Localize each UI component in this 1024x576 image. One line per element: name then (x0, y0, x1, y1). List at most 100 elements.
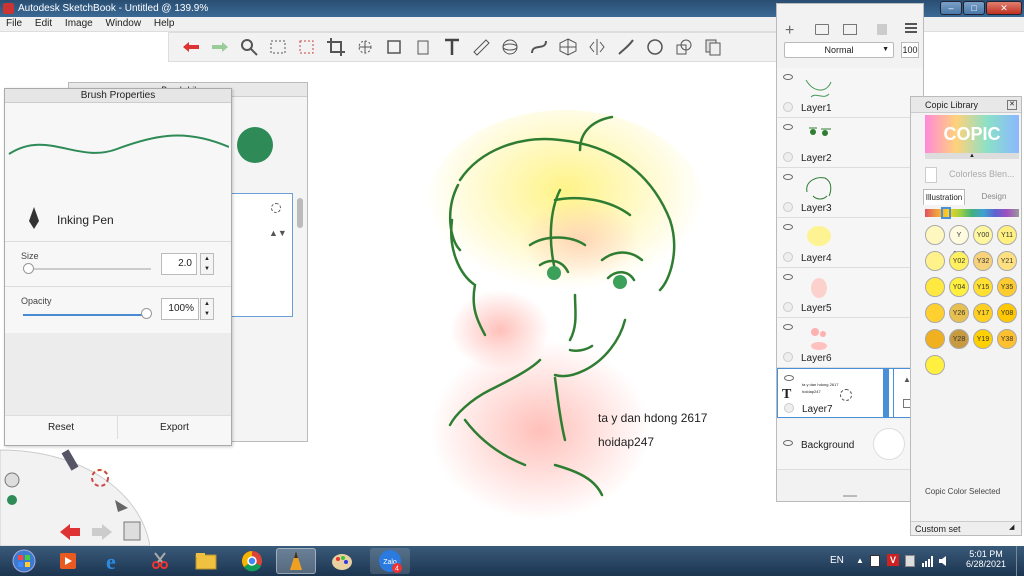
copic-swatch[interactable]: Y08 (997, 303, 1017, 323)
shape-icon[interactable] (672, 35, 696, 59)
fill-icon[interactable] (411, 35, 435, 59)
clock[interactable]: 5:01 PM 6/28/2021 (960, 549, 1012, 569)
layer-lock-dot[interactable] (783, 202, 793, 212)
opacity-stepper[interactable]: ▲ ▼ (200, 298, 214, 320)
color-wheel-icon[interactable] (92, 470, 110, 488)
background-color-swatch[interactable] (873, 428, 905, 460)
network-icon[interactable] (922, 555, 934, 567)
copic-swatch[interactable]: Y21 (997, 251, 1017, 271)
visibility-eye-icon[interactable] (783, 174, 793, 180)
layer-lock-dot[interactable] (783, 352, 793, 362)
copic-family-selector[interactable] (941, 207, 951, 219)
sketchbook-taskbar-icon[interactable] (276, 548, 316, 574)
stroke-icon[interactable] (614, 35, 638, 59)
add-layer-icon[interactable]: + (785, 22, 794, 40)
start-button[interactable] (4, 548, 44, 574)
snipping-tool-icon[interactable] (140, 548, 180, 574)
tray-antivirus-icon[interactable]: V (887, 554, 899, 566)
size-stepper[interactable]: ▲ ▼ (200, 253, 214, 275)
export-button[interactable]: Export (118, 415, 231, 439)
size-slider-knob[interactable] (23, 263, 34, 274)
select-lasso-icon[interactable] (295, 35, 319, 59)
tray-device-icon[interactable] (870, 555, 880, 567)
ellipse-guide-icon[interactable] (498, 35, 522, 59)
copic-swatch[interactable]: Y28 (949, 329, 969, 349)
menu-image[interactable]: Image (65, 18, 93, 29)
panel-resize-handle[interactable] (843, 495, 857, 497)
undo-icon[interactable] (179, 35, 203, 59)
french-curve-icon[interactable] (527, 35, 551, 59)
language-indicator[interactable]: EN (830, 555, 844, 566)
perspective-icon[interactable] (556, 35, 580, 59)
copic-swatch[interactable] (925, 355, 945, 375)
copic-swatch[interactable] (925, 225, 945, 245)
image-layer-icon[interactable] (843, 24, 857, 35)
copic-swatch[interactable]: Y15 (973, 277, 993, 297)
layer-row-6[interactable]: Layer6 (777, 318, 923, 368)
visibility-eye-icon[interactable] (783, 74, 793, 80)
copic-swatch[interactable]: Y32 (973, 251, 993, 271)
visibility-eye-icon[interactable] (783, 440, 793, 446)
tab-illustration[interactable]: Illustration (923, 189, 965, 205)
visibility-eye-icon[interactable] (784, 375, 794, 381)
copic-swatch[interactable]: Y17 (973, 303, 993, 323)
menu-file[interactable]: File (6, 18, 22, 29)
layer-row-2[interactable]: Layer2 (777, 118, 923, 168)
size-slider[interactable] (23, 268, 151, 270)
visibility-eye-icon[interactable] (783, 324, 793, 330)
lagoon-redo-icon[interactable] (88, 524, 112, 540)
trash-icon[interactable] (877, 24, 887, 35)
copic-swatch[interactable] (925, 329, 945, 349)
copic-swatch[interactable]: Y19 (973, 329, 993, 349)
circle-icon[interactable] (643, 35, 667, 59)
show-hidden-icons[interactable]: ▲ (856, 556, 864, 565)
tab-design[interactable]: Design (969, 189, 1019, 205)
zoom-icon[interactable] (237, 35, 261, 59)
brush-color-swatch[interactable] (237, 127, 273, 163)
zalo-icon[interactable]: Zalo 4 (370, 548, 410, 574)
close-button[interactable]: ✕ (986, 1, 1022, 15)
layer-menu-icon[interactable] (905, 23, 917, 25)
reset-button[interactable]: Reset (5, 415, 118, 439)
distort-icon[interactable] (382, 35, 406, 59)
crop-icon[interactable] (324, 35, 348, 59)
opacity-slider[interactable] (23, 314, 151, 316)
volume-icon[interactable] (938, 555, 950, 567)
maximize-button[interactable]: □ (963, 1, 985, 15)
ruler-icon[interactable] (469, 35, 493, 59)
size-input[interactable]: 2.0 (161, 253, 197, 275)
paint-icon[interactable] (322, 548, 362, 574)
chrome-icon[interactable] (232, 548, 272, 574)
layer-lock-dot[interactable] (783, 152, 793, 162)
brush-settings-icon[interactable] (271, 203, 281, 213)
layer-lock-dot[interactable] (783, 102, 793, 112)
copic-swatch[interactable]: Y04 (949, 277, 969, 297)
visibility-eye-icon[interactable] (783, 274, 793, 280)
copic-swatch[interactable] (925, 277, 945, 297)
layer-lock-dot[interactable] (784, 403, 794, 413)
file-explorer-icon[interactable] (186, 548, 226, 574)
minimize-button[interactable]: – (940, 1, 962, 15)
folder-icon[interactable] (815, 24, 829, 35)
copic-swatch[interactable] (925, 303, 945, 323)
copic-swatch[interactable]: Y35 (997, 277, 1017, 297)
copic-swatch[interactable]: Y26 (949, 303, 969, 323)
lagoon-undo-icon[interactable] (56, 524, 80, 540)
text-icon[interactable] (440, 35, 464, 59)
layer-lock-dot[interactable] (783, 252, 793, 262)
canvas-drawing[interactable]: ta y dan hdong 2617 hoidap247 (380, 100, 760, 520)
copic-swatch[interactable]: Y 000 (949, 225, 969, 258)
menu-help[interactable]: Help (154, 18, 175, 29)
copic-collapse-icon[interactable]: ▲ (925, 153, 1019, 159)
copic-close-icon[interactable]: ✕ (1007, 100, 1017, 110)
layer-row-3[interactable]: Layer3 (777, 168, 923, 218)
blend-mode-select[interactable]: Normal ▼ (784, 42, 894, 58)
copic-swatch[interactable]: Y38 (997, 329, 1017, 349)
tray-flag-icon[interactable] (905, 555, 915, 567)
layer-row-background[interactable]: Background (777, 420, 923, 470)
brush-library-scrollbar[interactable] (297, 198, 303, 228)
redo-icon[interactable] (208, 35, 232, 59)
select-rect-icon[interactable] (266, 35, 290, 59)
brush-sort-icon[interactable]: ▲▼ (269, 228, 287, 238)
copic-color-family-bar[interactable] (925, 209, 1019, 217)
